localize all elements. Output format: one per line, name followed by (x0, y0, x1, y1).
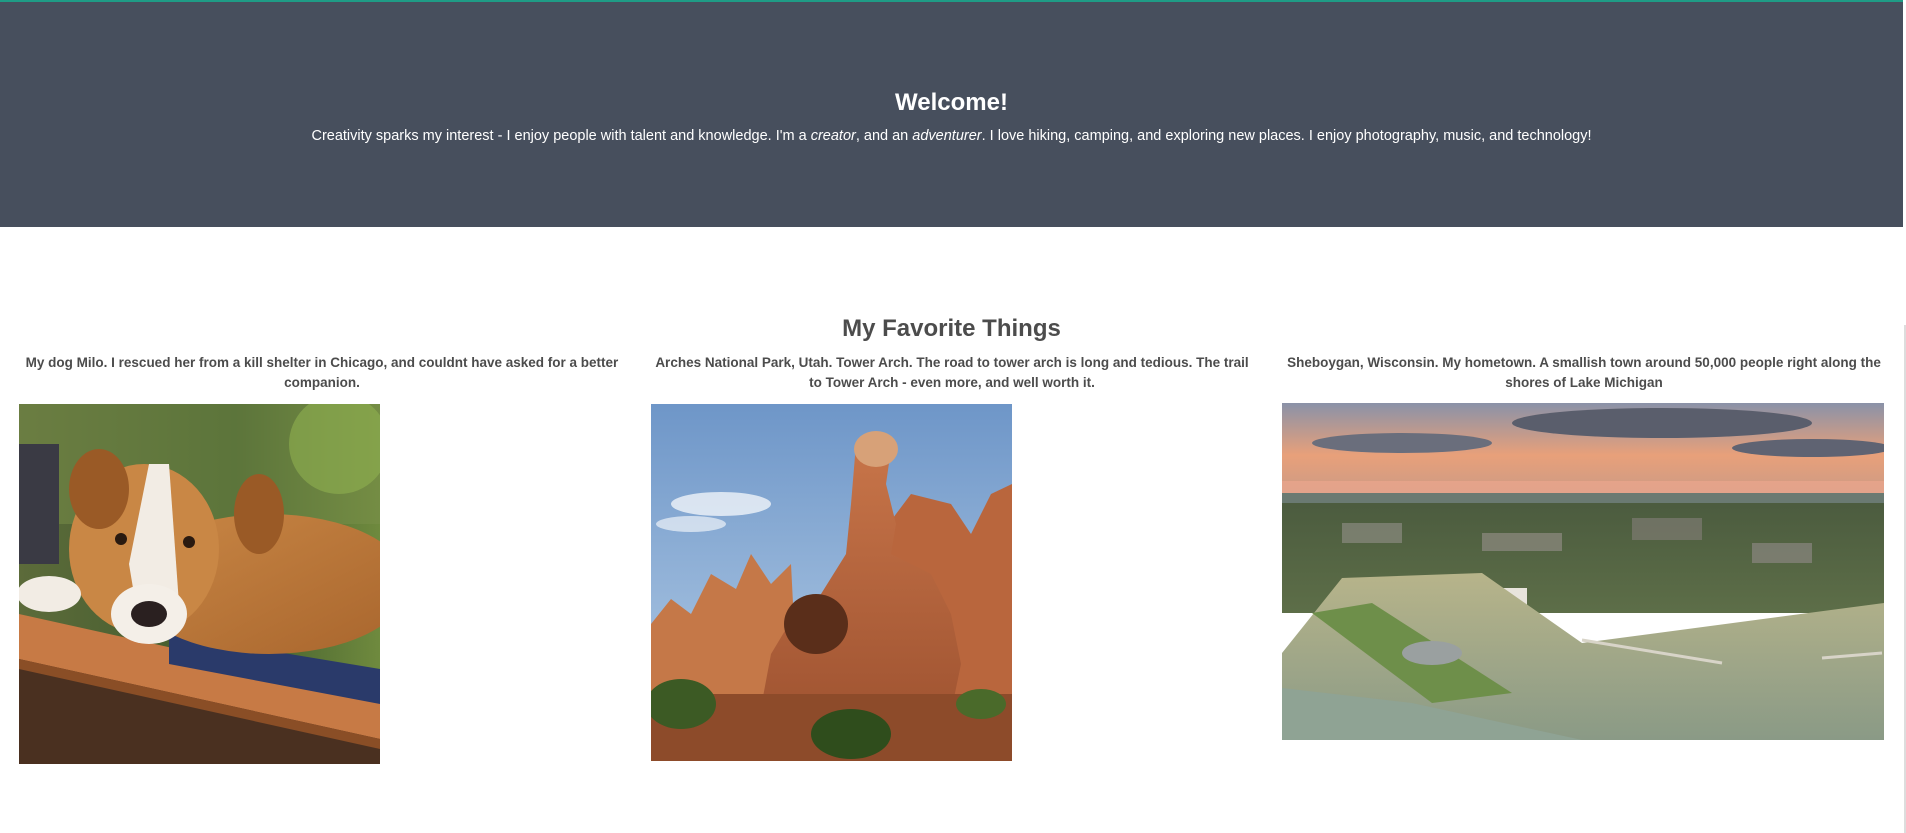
favorite-card-arches: Arches National Park, Utah. Tower Arch. … (650, 353, 1254, 393)
favorite-caption: My dog Milo. I rescued her from a kill s… (25, 355, 619, 390)
hero-em-adventurer: adventurer (912, 128, 982, 144)
hero-banner: Welcome! Creativity sparks my interest -… (0, 2, 1903, 227)
hero-text-2: , and an (855, 128, 913, 144)
favorites-title: My Favorite Things (842, 315, 1061, 342)
sheboygan-photo (1282, 403, 1884, 740)
dog-photo (19, 404, 380, 764)
favorite-card-sheboygan: Sheboygan, Wisconsin. My hometown. A sma… (1282, 353, 1886, 393)
favorite-card-dog: My dog Milo. I rescued her from a kill s… (18, 353, 626, 393)
hero-intro: Creativity sparks my interest - I enjoy … (0, 128, 1903, 144)
hero-em-creator: creator (810, 128, 856, 144)
hero-text-3: . I love hiking, camping, and exploring … (981, 128, 1592, 144)
favorite-caption: Arches National Park, Utah. Tower Arch. … (655, 355, 1249, 390)
hero-title: Welcome! (895, 89, 1008, 116)
favorite-caption: Sheboygan, Wisconsin. My hometown. A sma… (1287, 355, 1881, 390)
arches-photo (651, 404, 1012, 761)
hero-text-1: Creativity sparks my interest - I enjoy … (311, 128, 811, 144)
